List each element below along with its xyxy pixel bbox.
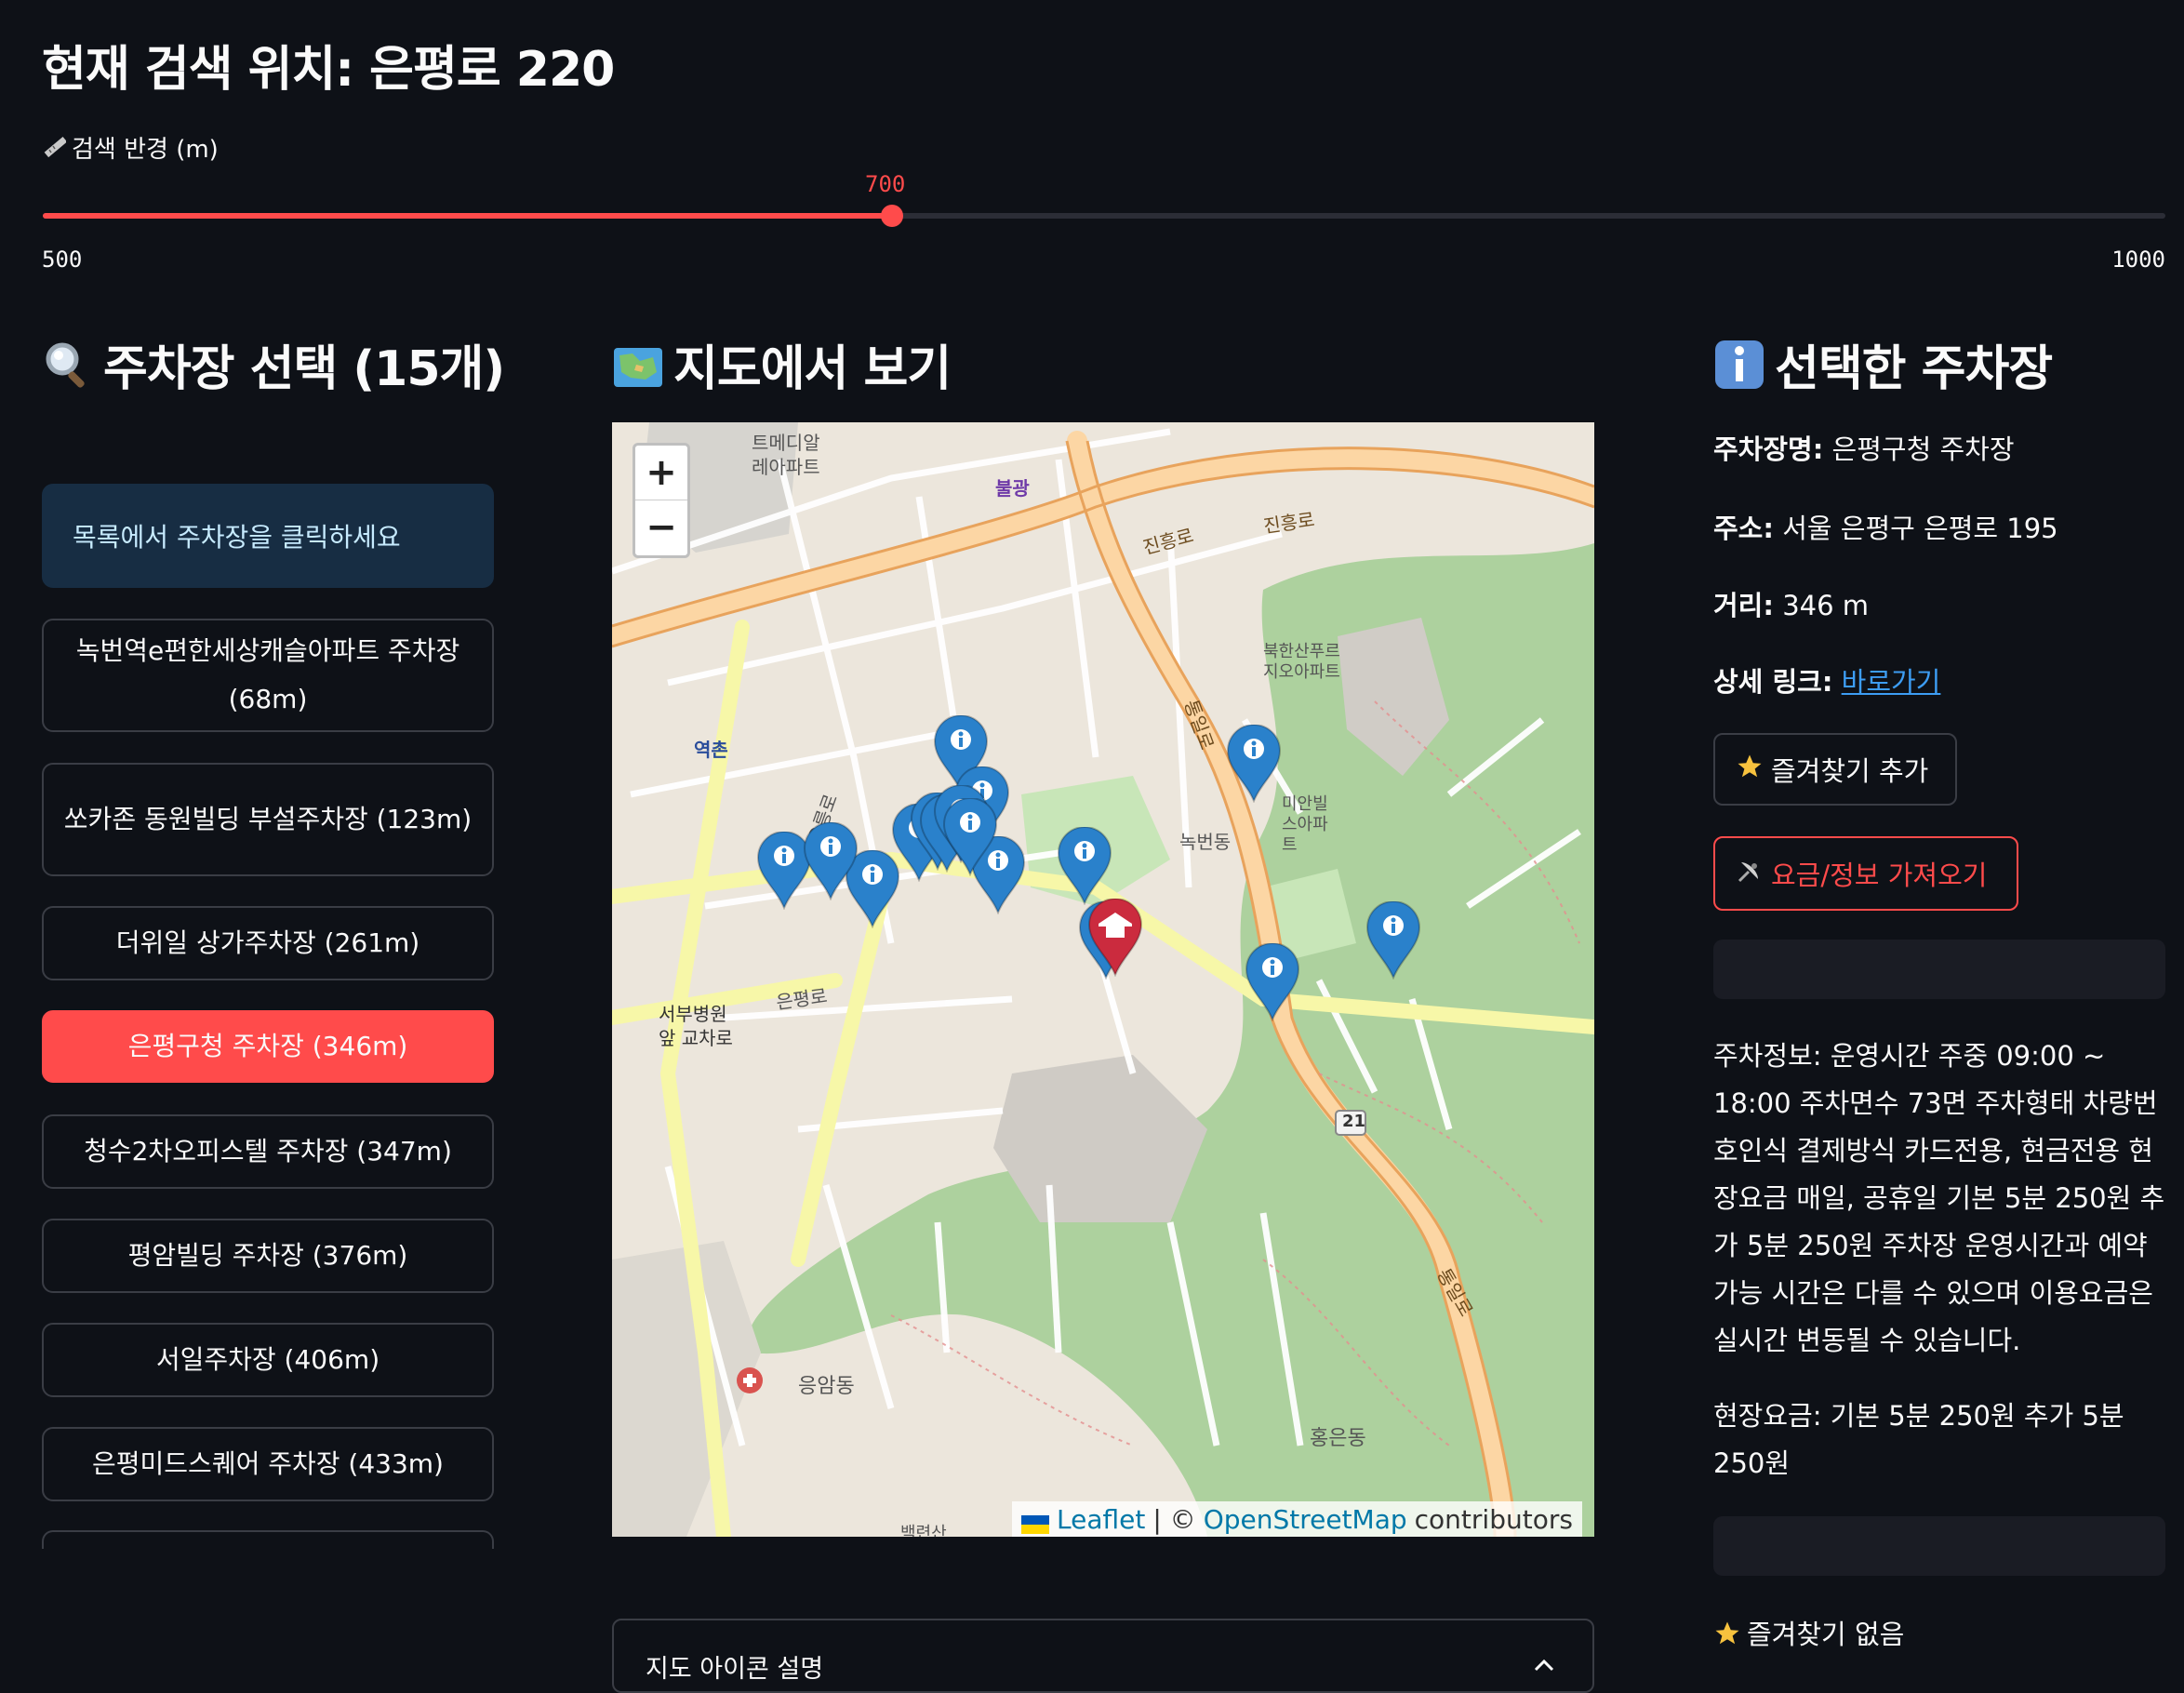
attribution-separator: | © [1152,1503,1196,1535]
parking-marker-icon[interactable] [1057,826,1112,906]
fetch-fee-info-button[interactable]: 요금/정보 가져오기 [1713,836,2018,911]
magnifier-icon [42,339,94,403]
detail-link-row: 상세 링크: 바로가기 [1713,666,1941,698]
star-icon [1713,1620,1741,1654]
info-icon [1713,339,1765,403]
map-attribution: Leaflet | © OpenStreetMap contributors [1012,1501,1582,1537]
radius-slider-thumb[interactable] [881,205,903,227]
add-favorite-button[interactable]: 즐겨찾기 추가 [1713,733,1957,806]
satellite-dish-icon [1736,857,1764,891]
parking-item-6[interactable]: 평암빌딩 주차장 (376m) [42,1219,494,1293]
parking-marker-icon[interactable] [1245,942,1300,1022]
map-legend-expander[interactable]: 지도 아이콘 설명 [612,1619,1594,1693]
detail-address: 주소: 서울 은평구 은평로 195 [1713,513,2058,544]
status-box-empty-2 [1713,1516,2165,1576]
map-label: 응암동 [798,1375,855,1398]
parking-item-8[interactable]: 은평미드스퀘어 주차장 (433m) [42,1427,494,1501]
detail-link[interactable]: 바로가기 [1842,666,1941,698]
star-icon [1736,753,1764,787]
radius-slider-value: 700 [865,171,906,197]
map-label: 레아파트 [752,456,820,478]
map-label: 서부병원 [659,1003,727,1025]
chevron-up-icon [1534,1659,1554,1672]
map-label: 홍은동 [1310,1427,1366,1450]
map-label: 백련산 [900,1524,947,1537]
osm-link[interactable]: OpenStreetMap [1204,1504,1407,1535]
selected-section-title: 선택한 주차장 [1713,329,2053,403]
radius-slider-label: 검색 반경 (m) [42,130,219,167]
parking-description: 주차정보: 운영시간 주중 09:00 ~ 18:00 주차면수 73면 주차형… [1713,1040,2165,1356]
legend-title: 지도 아이콘 설명 [646,1655,824,1684]
parking-list-title: 주차장 선택 (15개) [42,329,505,403]
parking-item-3[interactable]: 더위일 상가주차장 (261m) [42,906,494,980]
map-label: 북한산푸르지오아파트 [1263,642,1340,682]
map-zoom-control: + − [633,443,690,558]
map-icon [612,344,664,403]
parking-marker-icon[interactable] [1226,724,1282,804]
parking-marker-icon[interactable] [942,797,998,877]
map-label: 트메디알 [752,432,820,454]
map-label: 녹번동 [1179,831,1232,853]
map-view[interactable]: 트메디알 레아파트 불광 진흥로 진흥로 역촌 녹번동 서부병원 앞 교차로 은… [612,422,1594,1537]
ruler-icon [42,136,68,167]
map-label: 앞 교차로 [659,1027,733,1049]
map-label: 불광 [995,477,1030,500]
parking-item-4-selected[interactable]: 은평구청 주차장 (346m) [42,1010,494,1083]
map-label: 역촌 [694,739,728,761]
parking-item-9-partial[interactable] [42,1530,494,1549]
detail-name: 주차장명: 은평구청 주차장 [1713,433,2015,465]
parking-marker-icon[interactable] [803,821,859,901]
road-shield-label: 21 [1342,1112,1366,1131]
radius-slider-max: 1000 [2111,247,2165,273]
current-location-marker-icon[interactable] [1087,898,1143,978]
map-section-title: 지도에서 보기 [612,329,952,403]
zoom-out-button[interactable]: − [635,500,687,554]
attribution-contributors: contributors [1414,1503,1573,1535]
leaflet-link[interactable]: Leaflet [1057,1504,1145,1535]
map-label: 미안빌스아파트 [1282,794,1328,855]
parking-item-2[interactable]: 쏘카존 동원빌딩 부설주차장 (123m) [42,763,494,876]
status-box-empty [1713,940,2165,999]
parking-item-7[interactable]: 서일주차장 (406m) [42,1323,494,1397]
parking-marker-icon[interactable] [1365,900,1421,980]
detail-distance: 거리: 346 m [1713,590,1870,621]
radius-slider-min: 500 [42,247,83,273]
favorites-empty: 즐겨찾기 없음 [1713,1613,1904,1654]
parking-item-1[interactable]: 녹번역e편한세상캐슬아파트 주차장 (68m) [42,619,494,732]
parking-fee: 현장요금: 기본 5분 250원 추가 5분 250원 [1713,1400,2124,1479]
list-instruction: 목록에서 주차장을 클릭하세요 [42,484,494,588]
parking-item-5[interactable]: 청수2차오피스텔 주차장 (347m) [42,1114,494,1189]
zoom-in-button[interactable]: + [635,446,687,500]
ukraine-flag-icon [1021,1510,1049,1534]
radius-slider-fill [43,213,892,219]
page-title: 현재 검색 위치: 은평로 220 [42,42,615,98]
